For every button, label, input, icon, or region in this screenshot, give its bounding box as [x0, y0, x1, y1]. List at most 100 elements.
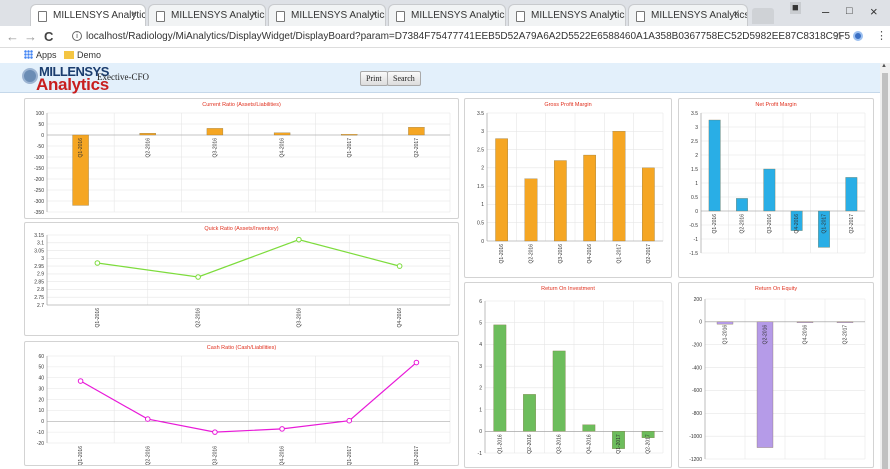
- chart-title: Current Ratio (Assets/Liabilities): [202, 102, 281, 108]
- profile-icon[interactable]: ■: [790, 2, 801, 14]
- y-tick-label: 10: [38, 408, 44, 414]
- x-tick-label: Q2-2017: [849, 214, 855, 234]
- info-icon[interactable]: i: [72, 31, 82, 41]
- quick-ratio-widget: Quick Ratio (Assets/Inventory) 3.15 3.1 3.0…: [24, 222, 459, 336]
- data-point: [296, 236, 302, 243]
- forward-icon[interactable]: →: [24, 29, 37, 44]
- minimize-button[interactable]: –: [822, 4, 829, 19]
- x-tick-label: Q4-2016: [803, 325, 809, 345]
- y-tick-label: 2: [479, 386, 482, 392]
- x-tick-label: Q4-2016: [586, 434, 592, 454]
- return-on-equity-chart: Return On Equity 200 0 -200 -400 -600 -800 -100…: [689, 286, 866, 463]
- bar: [139, 133, 156, 136]
- browser-tab[interactable]: MILLENSYS Analytics ×: [628, 4, 748, 26]
- y-tick-label: 3: [479, 364, 482, 370]
- new-tab-button[interactable]: [752, 8, 774, 24]
- close-icon[interactable]: ×: [491, 9, 497, 20]
- bar: [552, 350, 566, 432]
- browser-tab[interactable]: MILLENSYS Analytics ×: [388, 4, 506, 26]
- x-tick-label: Q1-2016: [712, 214, 718, 234]
- y-tick-label: 1: [481, 202, 484, 208]
- y-tick-label: -600: [692, 388, 702, 394]
- app-header: MILLENSYS Analytics Exective-CFO Print S…: [0, 63, 880, 94]
- chart-title: Return On Investment: [541, 286, 595, 292]
- gross-profit-margin-chart: Gross Profit Margin 3.5 3 2.5 2 1.5 1 0.5 0 Q1-20…: [477, 102, 664, 264]
- y-tick-label: 200: [694, 297, 703, 303]
- x-tick-label: Q3-2016: [212, 138, 218, 158]
- maximize-button[interactable]: □: [846, 5, 853, 17]
- folder-icon: [64, 51, 74, 59]
- y-tick-label: -50: [37, 144, 44, 150]
- x-tick-label: Q2-2016: [527, 434, 533, 454]
- x-tick-label: Q3-2016: [767, 214, 773, 234]
- close-icon[interactable]: ×: [611, 9, 617, 20]
- bookmark-label: Demo: [77, 50, 102, 60]
- x-tick-label: Q1-2017: [347, 446, 353, 465]
- y-tick-label: 3.05: [34, 248, 44, 254]
- print-button[interactable]: Print: [360, 71, 388, 86]
- x-tick-label: Q2-2016: [145, 138, 151, 158]
- x-tick-label: Q1-2017: [616, 434, 622, 454]
- y-tick-label: 30: [38, 386, 44, 392]
- y-tick-label: 2.8: [37, 287, 44, 293]
- net-profit-margin-chart: Net Profit Margin 3.5 3 2.5 2 1.5 1 0.5 0 -0.5 -1 -…: [689, 102, 866, 257]
- y-tick-label: 3.1: [37, 241, 44, 247]
- x-tick-label: Q2-2017: [646, 244, 652, 264]
- star-icon[interactable]: ☆: [834, 30, 844, 43]
- back-icon[interactable]: ←: [6, 29, 19, 44]
- y-tick-label: 0: [479, 429, 482, 435]
- y-tick-label: -350: [34, 210, 44, 216]
- y-tick-label: 0: [699, 320, 702, 326]
- y-tick-label: -300: [34, 199, 44, 205]
- bar: [495, 138, 508, 242]
- menu-icon[interactable]: ⋮: [876, 29, 887, 42]
- return-on-investment-chart: Return On Investment 6 5 4 3 2 1 0 -1 Q1-2016 Q2-2…: [478, 286, 664, 457]
- close-icon[interactable]: ×: [371, 9, 377, 20]
- cash-ratio-widget: Cash Ratio (Cash/Liabilities) 60 50 40 30 20 1…: [24, 341, 459, 466]
- bar: [583, 154, 596, 242]
- close-icon[interactable]: ×: [131, 9, 137, 20]
- extension-icon[interactable]: [853, 31, 863, 41]
- y-tick-label: 2.5: [477, 147, 484, 153]
- bookmark-label: Apps: [36, 50, 57, 60]
- data-point: [346, 417, 353, 424]
- y-tick-label: 2.95: [34, 264, 44, 270]
- y-tick-label: 60: [38, 354, 44, 360]
- x-tick-label: Q2-2017: [414, 138, 420, 158]
- bookmark-apps[interactable]: Apps: [24, 50, 57, 60]
- y-tick-label: -200: [34, 177, 44, 183]
- reload-icon[interactable]: C: [44, 29, 53, 44]
- close-icon[interactable]: ×: [251, 9, 257, 20]
- page-scrollbar[interactable]: ▲: [880, 63, 890, 469]
- y-tick-label: 20: [38, 397, 44, 403]
- y-tick-label: 2.7: [37, 303, 44, 309]
- y-tick-label: 0: [41, 419, 44, 425]
- x-tick-label: Q4-2016: [280, 446, 286, 465]
- bar: [736, 198, 748, 212]
- url-text: localhost/Radiology/MiAnalytics/DisplayW…: [86, 31, 850, 42]
- browser-tab[interactable]: MILLENSYS Analytics ×: [148, 4, 266, 26]
- y-tick-label: 3: [695, 125, 698, 131]
- y-tick-label: 3.15: [34, 233, 44, 239]
- bar: [493, 324, 507, 432]
- bar: [206, 128, 224, 136]
- close-icon[interactable]: ×: [733, 9, 739, 20]
- scroll-up-icon[interactable]: ▲: [881, 63, 887, 69]
- y-tick-label: -1000: [689, 434, 702, 440]
- close-window-button[interactable]: ×: [870, 4, 878, 19]
- url-field[interactable]: i localhost/Radiology/MiAnalytics/Displa…: [70, 28, 850, 46]
- browser-tab[interactable]: MILLENSYS Analytics ×: [508, 4, 626, 26]
- data-point: [396, 263, 403, 269]
- bar: [523, 394, 536, 432]
- y-tick-label: -800: [692, 411, 702, 417]
- x-tick-label: Q3-2016: [212, 446, 218, 465]
- scrollbar-thumb[interactable]: [882, 73, 888, 469]
- bookmark-demo[interactable]: Demo: [64, 50, 101, 60]
- data-point: [144, 416, 151, 422]
- search-button[interactable]: Search: [387, 71, 421, 86]
- browser-tab[interactable]: MILLENSYS Analytics ×: [30, 4, 146, 26]
- browser-tab[interactable]: MILLENSYS Analytics ×: [268, 4, 386, 26]
- bar: [716, 321, 734, 325]
- x-tick-label: Q2-2016: [145, 446, 151, 465]
- bar: [708, 119, 721, 212]
